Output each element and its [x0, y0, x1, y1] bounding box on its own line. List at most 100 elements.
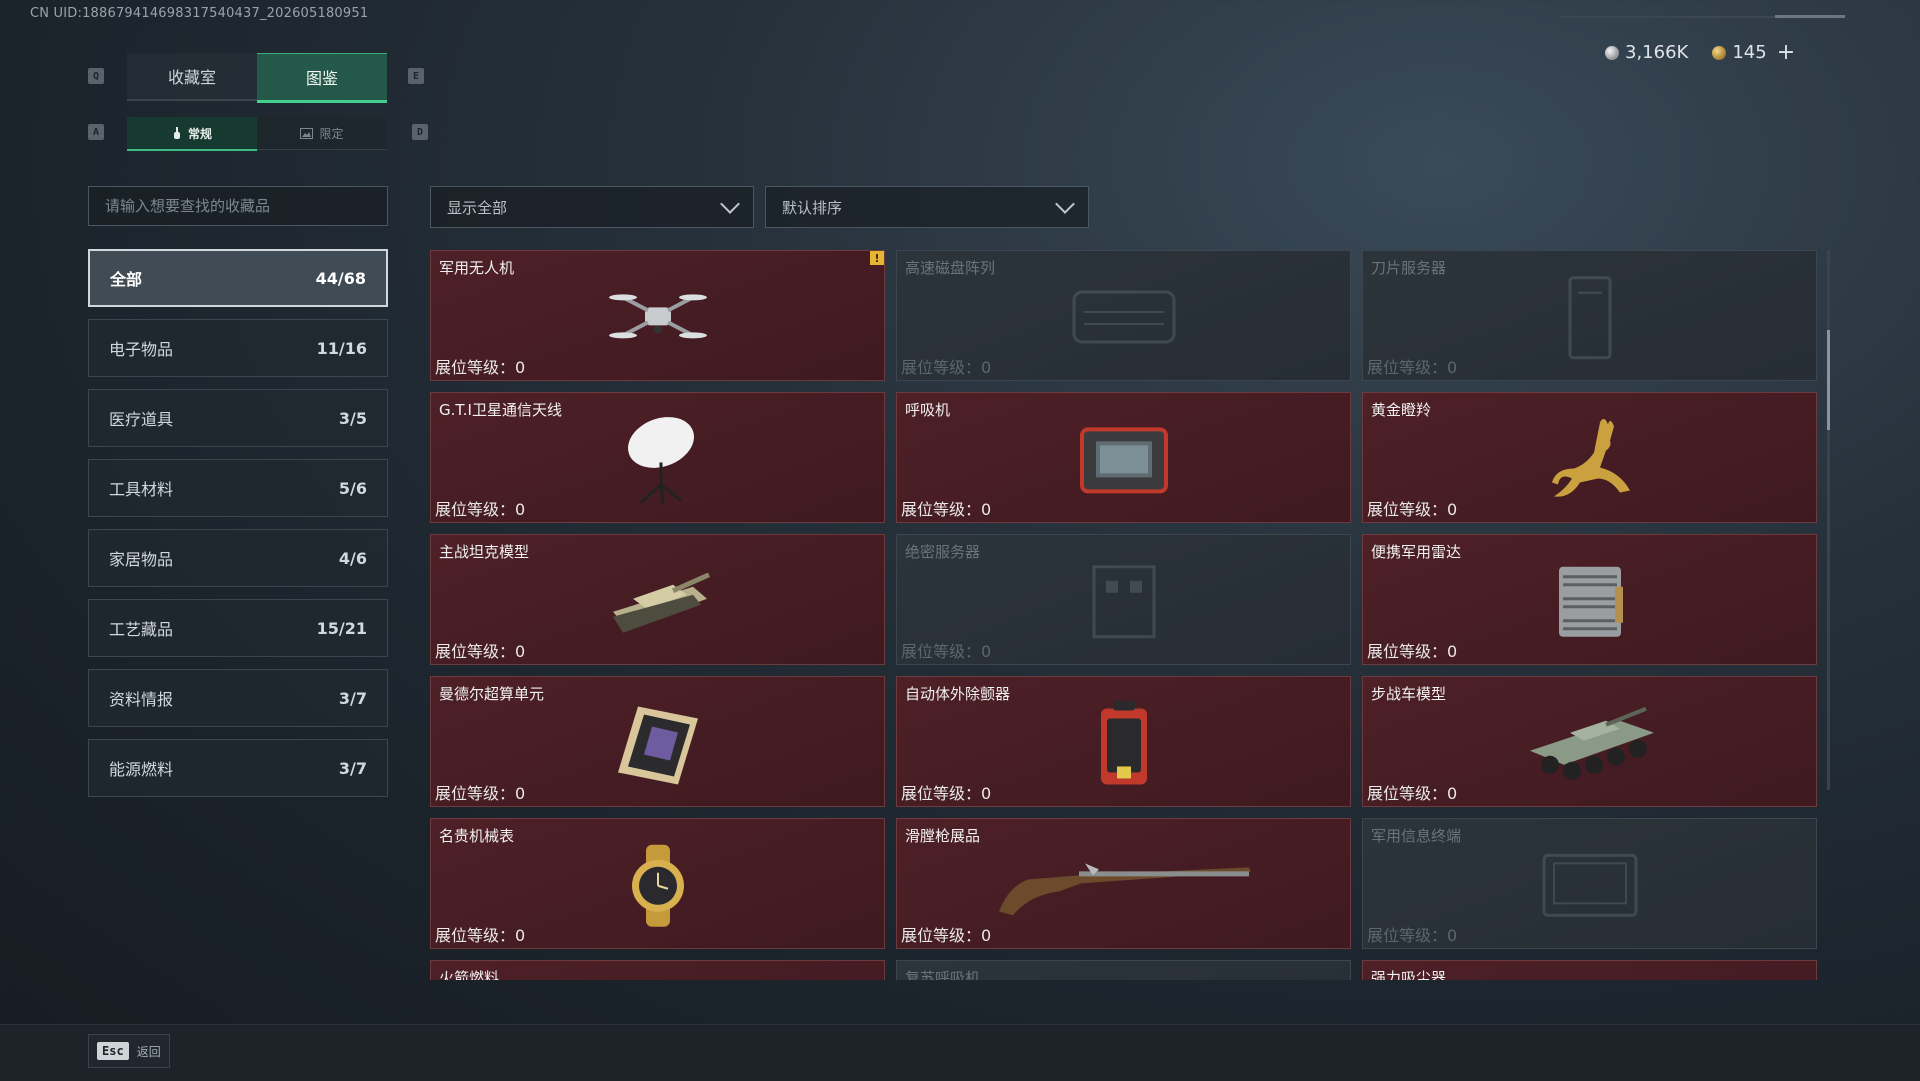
display-level-label: 展位等级：	[901, 358, 982, 377]
display-level-value: 0	[1447, 642, 1458, 661]
collection-item-card[interactable]: 曼德尔超算单元 展位等级：0	[430, 676, 885, 807]
collection-item-card[interactable]: 呼吸机展位等级：0	[896, 392, 1351, 523]
item-name: 步战车模型	[1371, 685, 1447, 703]
secret-server-icon	[1084, 556, 1164, 650]
item-name: 军用信息终端	[1371, 827, 1462, 845]
collection-item-card[interactable]: 军用无人机 展位等级：0!	[430, 250, 885, 381]
display-level: 展位等级：0	[1367, 780, 1457, 804]
collection-item-card[interactable]: 自动体外除颤器 展位等级：0	[896, 676, 1351, 807]
scrollbar-thumb[interactable]	[1827, 330, 1830, 430]
collection-item-card[interactable]: 强力吸尘器	[1362, 960, 1817, 980]
item-name: 名贵机械表	[439, 827, 515, 845]
display-level-value: 0	[515, 500, 526, 519]
display-level-value: 0	[1447, 358, 1458, 377]
display-level: 展位等级：0	[1367, 354, 1457, 378]
display-level-label: 展位等级：	[1367, 358, 1448, 377]
category-count: 11/16	[316, 338, 367, 358]
display-level-label: 展位等级：	[435, 926, 516, 945]
key-hint-q: Q	[88, 68, 104, 84]
category-electronics[interactable]: 电子物品 11/16	[88, 319, 388, 377]
category-all[interactable]: 全部 44/68	[88, 249, 388, 307]
tab-collection-room[interactable]: 收藏室	[127, 53, 257, 101]
category-label: 资料情报	[109, 690, 174, 709]
collection-item-card[interactable]: 名贵机械表展位等级：0	[430, 818, 885, 949]
category-household[interactable]: 家居物品 4/6	[88, 529, 388, 587]
category-label: 电子物品	[109, 340, 174, 359]
category-count: 3/7	[338, 688, 367, 708]
item-name: 高速磁盘阵列	[905, 259, 996, 277]
display-level-label: 展位等级：	[901, 500, 982, 519]
category-count: 3/5	[338, 408, 367, 428]
subtab-limited-label: 限定	[319, 126, 344, 141]
key-hint-a: A	[88, 124, 104, 140]
category-tools[interactable]: 工具材料 5/6	[88, 459, 388, 517]
collection-item-card[interactable]: 滑膛枪展品 展位等级：0	[896, 818, 1351, 949]
gold-amount: 145	[1732, 42, 1767, 63]
item-name: 呼吸机	[905, 401, 951, 419]
collection-item-card[interactable]: 火箭燃料	[430, 960, 885, 980]
subtab-regular-label: 常规	[187, 126, 212, 141]
filter-dropdown[interactable]: 显示全部	[430, 186, 754, 228]
picture-icon	[300, 127, 314, 139]
collection-item-card[interactable]: 便携军用雷达展位等级：0	[1362, 534, 1817, 665]
display-level-value: 0	[981, 642, 992, 661]
radar-icon	[1545, 556, 1635, 650]
display-level-label: 展位等级：	[435, 500, 516, 519]
category-energy[interactable]: 能源燃料 3/7	[88, 739, 388, 797]
subtab-regular[interactable]: 常规	[127, 117, 257, 151]
collection-item-card[interactable]: 刀片服务器 展位等级：0	[1362, 250, 1817, 381]
display-level: 展位等级：0	[1367, 638, 1457, 662]
item-name: 强力吸尘器	[1371, 969, 1447, 980]
category-label: 能源燃料	[109, 760, 174, 779]
golden-gazelle-icon	[1540, 412, 1640, 511]
category-medical[interactable]: 医疗道具 3/5	[88, 389, 388, 447]
add-currency-button[interactable]: +	[1777, 40, 1795, 65]
item-name: 便携军用雷达	[1371, 543, 1462, 561]
main-tabs: 收藏室 图鉴	[127, 53, 387, 103]
filter-dropdown-value: 显示全部	[447, 198, 508, 217]
category-label: 全部	[110, 270, 143, 289]
category-label: 家居物品	[109, 550, 174, 569]
display-level-value: 0	[515, 642, 526, 661]
category-crafts[interactable]: 工艺藏品 15/21	[88, 599, 388, 657]
grid-scrollbar[interactable]	[1827, 250, 1830, 790]
display-level: 展位等级：0	[901, 496, 991, 520]
collection-item-card[interactable]: 黄金瞪羚 展位等级：0	[1362, 392, 1817, 523]
collection-item-card[interactable]: 军用信息终端展位等级：0	[1362, 818, 1817, 949]
display-level-label: 展位等级：	[1367, 500, 1448, 519]
display-level: 展位等级：0	[435, 638, 525, 662]
subtab-limited[interactable]: 限定	[257, 117, 387, 150]
display-level-label: 展位等级：	[435, 358, 516, 377]
display-level-value: 0	[515, 926, 526, 945]
sort-dropdown[interactable]: 默认排序	[765, 186, 1089, 228]
musket-icon	[989, 845, 1259, 929]
category-count: 5/6	[338, 478, 367, 498]
tab-codex[interactable]: 图鉴	[257, 53, 387, 103]
defibrillator-icon	[1089, 696, 1159, 795]
item-name: 军用无人机	[439, 259, 515, 277]
category-label: 工艺藏品	[109, 620, 174, 639]
collection-item-card[interactable]: 步战车模型展位等级：0	[1362, 676, 1817, 807]
collection-item-card[interactable]: G.T.I卫星通信天线 展位等级：0	[430, 392, 885, 523]
display-level: 展位等级：0	[435, 780, 525, 804]
collection-grid-viewport: 军用无人机 展位等级：0! 高速磁盘阵列 展位等级：0 刀片服务器 展位等级：0 G.T.I…	[430, 250, 1822, 980]
hand-icon	[173, 126, 180, 139]
display-level-value: 0	[981, 926, 992, 945]
collection-item-card[interactable]: 绝密服务器 展位等级：0	[896, 534, 1351, 665]
watch-icon	[618, 840, 698, 934]
gold-currency: 145 +	[1712, 40, 1795, 65]
collection-search-input[interactable]	[88, 186, 388, 226]
back-button[interactable]: Esc 返回	[88, 1034, 170, 1068]
collection-item-card[interactable]: 复苏呼吸机	[896, 960, 1351, 980]
collection-item-card[interactable]: 高速磁盘阵列 展位等级：0	[896, 250, 1351, 381]
collection-item-card[interactable]: 主战坦克模型 展位等级：0	[430, 534, 885, 665]
display-level-value: 0	[981, 784, 992, 803]
category-intel[interactable]: 资料情报 3/7	[88, 669, 388, 727]
category-label: 工具材料	[109, 480, 174, 499]
item-name: 绝密服务器	[905, 543, 981, 561]
display-level-label: 展位等级：	[1367, 926, 1448, 945]
item-name: 火箭燃料	[439, 969, 500, 980]
terminal-icon	[1530, 845, 1650, 929]
display-level: 展位等级：0	[1367, 922, 1457, 946]
silver-amount: 3,166K	[1625, 42, 1689, 63]
